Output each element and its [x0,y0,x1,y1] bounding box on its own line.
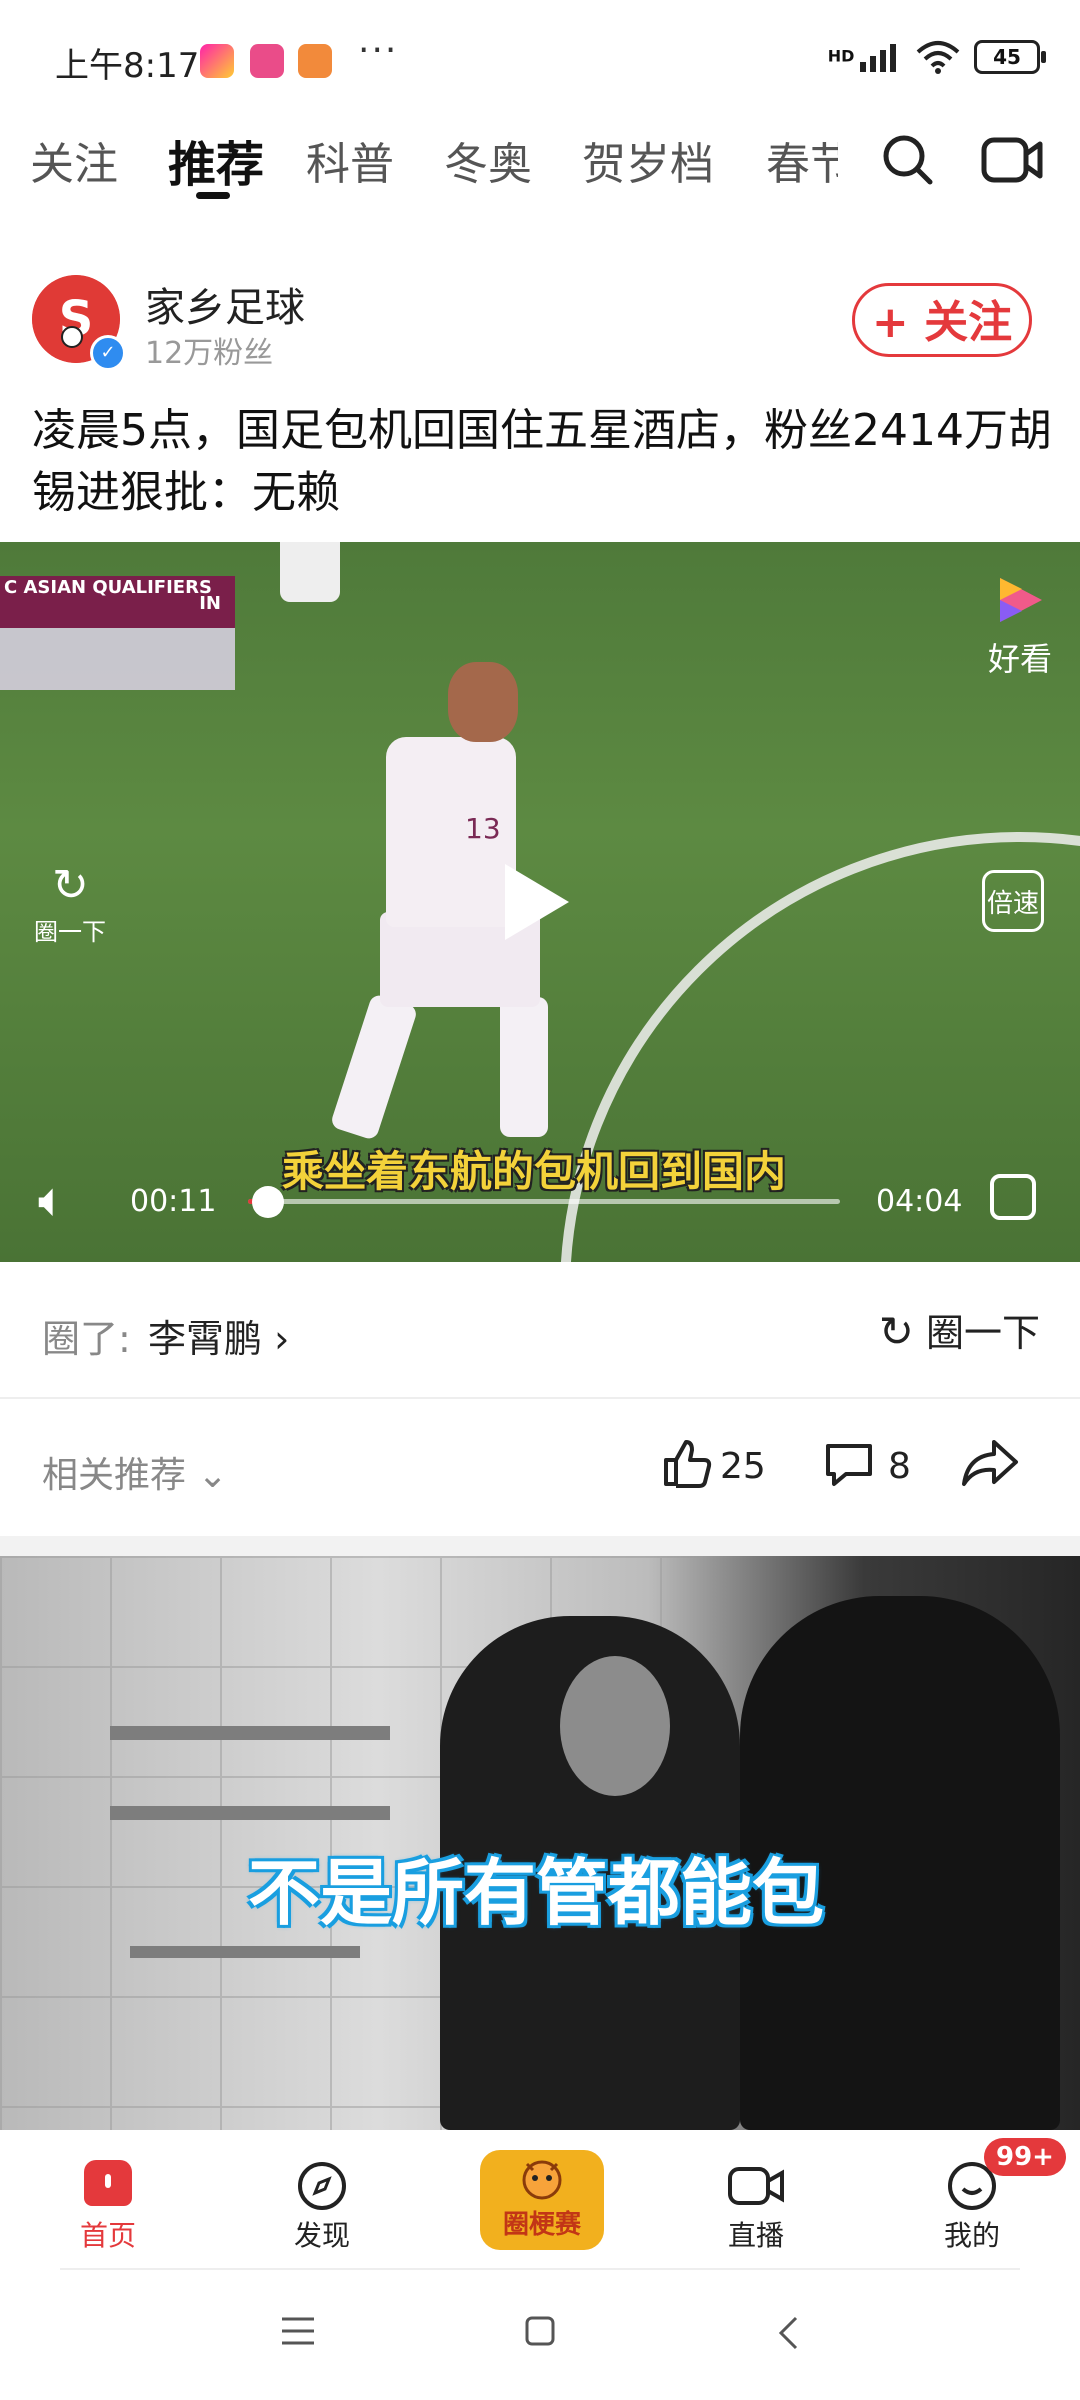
volume-icon[interactable]: 🔈︎ [38,1172,67,1229]
notification-badge: 99+ [984,2138,1066,2176]
like-count: 25 [720,1446,766,1487]
nav-live-label: 直播 [727,2219,784,2252]
circle-topic-link[interactable]: 李霄鹏 › [148,1308,289,1363]
circle-row: 圈了: 李霄鹏 › ↻ 圈一下 [0,1262,1080,1397]
tiger-mascot-icon [522,2160,562,2200]
nav-home[interactable]: 首页 [38,2152,178,2254]
compass-icon [298,2161,346,2210]
comment-count: 8 [888,1446,911,1487]
related-recommend-dropdown[interactable]: 相关推荐 ⌄ [42,1446,228,1498]
video-subtitle-2: 不是所有管都能包 [248,1851,825,1935]
person-face [560,1656,670,1796]
haokan-label: 好看 [988,640,1053,678]
progress-thumb[interactable] [252,1186,284,1218]
live-camera-icon [728,2166,784,2205]
player-leg [500,997,548,1137]
circle-refresh-icon: ↻ [878,1307,914,1356]
circle-share-label[interactable]: 圈一下 [34,912,106,947]
tab-winter-olympics[interactable]: 冬奥 [444,128,532,192]
search-icon[interactable] [880,132,936,188]
status-bar: 上午8:17 ··· HD 45 [0,0,1080,110]
tab-spring-festival[interactable]: 春节 [766,128,838,192]
status-time: 上午8:17 [55,46,200,86]
follow-button[interactable]: + 关注 [852,283,1032,357]
active-tab-indicator [196,192,230,199]
scoreboard-code: IN [199,593,221,614]
center-event-label: 圈梗赛 [502,2210,581,2240]
total-time: 04:04 [876,1184,963,1219]
video-subtitle: 乘坐着东航的包机回到国内 [282,1147,787,1196]
system-nav-bar [0,2270,1080,2400]
circle-button[interactable]: ↻ 圈一下 [879,1302,1040,1357]
video-camera-icon[interactable] [980,132,1044,188]
player-head [448,662,518,742]
verified-badge-icon: ✓ [90,335,126,371]
nav-me-label: 我的 [943,2219,1000,2252]
wifi-icon [916,41,960,74]
more-notifications-icon: ··· [358,30,399,71]
video-thumbnail[interactable]: 不是所有管都能包 [0,1556,1080,2130]
nav-live[interactable]: 直播 [686,2152,826,2254]
status-right: HD 45 [828,40,1046,74]
towel-rack [110,1806,390,1820]
haokan-logo-icon [1000,578,1042,622]
app-icon-tea [250,44,284,78]
nav-discover-label: 发现 [293,2219,350,2252]
fans-count: 12万粉丝 [145,336,274,371]
tab-science[interactable]: 科普 [306,128,394,192]
current-time: 00:11 [130,1184,217,1219]
circle-prefix: 圈了: [42,1317,131,1361]
circle-share-icon[interactable]: ↻ [52,860,89,911]
tab-follow[interactable]: 关注 [30,128,118,192]
author-name[interactable]: 家乡足球 [145,275,305,333]
home-button-icon[interactable] [524,2315,556,2347]
battery-icon: 45 [974,40,1046,74]
nav-discover[interactable]: 发现 [252,2152,392,2254]
center-event-button[interactable]: 圈梗赛 [480,2150,604,2250]
comment-icon[interactable] [822,1438,876,1490]
tab-new-year-movies[interactable]: 贺岁档 [582,128,714,192]
app-icon-video [200,44,234,78]
menu-icon[interactable] [280,2315,316,2347]
like-icon[interactable] [660,1436,714,1490]
shelf [130,1946,360,1958]
home-icon [84,2160,132,2206]
scoreboard-banner: C ASIAN QUALIFIERS IN [0,576,235,628]
jersey-number: 13 [465,812,501,845]
hd-label: HD [827,46,855,66]
tab-recommend[interactable]: 推荐 [168,125,264,195]
channel-tabs: 关注 推荐 科普 冬奥 贺岁档 春节 [0,110,1080,210]
towel-rack [110,1726,390,1740]
video-player[interactable]: 13 C ASIAN QUALIFIERS IN 好看 ↻ 圈一下 倍速 乘坐着… [0,542,1080,1262]
play-icon[interactable] [505,864,569,940]
section-gap [0,1536,1080,1556]
back-icon[interactable] [776,2315,800,2351]
circle-button-label: 圈一下 [925,1311,1040,1355]
nav-home-label: 首页 [79,2219,136,2252]
share-icon[interactable] [960,1436,1020,1490]
player-leg [329,993,419,1141]
post-headline[interactable]: 凌晨5点，国足包机回国住五星酒店，粉丝2414万胡锡进狠批：无赖 [32,400,1052,524]
divider [0,1397,1080,1399]
progress-bar[interactable] [248,1199,840,1204]
signal-icon: HD [828,42,902,72]
foreground-legs [280,542,340,602]
speed-button[interactable]: 倍速 [982,870,1044,932]
fullscreen-icon[interactable] [990,1174,1036,1220]
app-icon-shop [298,44,332,78]
scoreboard-text: C ASIAN QUALIFIERS [4,577,212,598]
